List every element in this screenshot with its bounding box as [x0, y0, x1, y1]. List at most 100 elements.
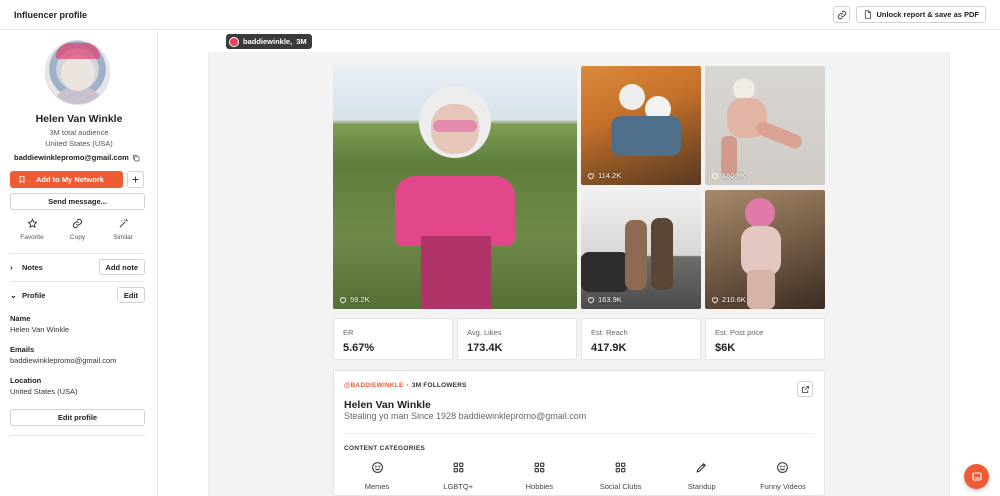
divider [344, 433, 814, 434]
grid-icon [615, 462, 626, 473]
notes-label: Notes [22, 262, 43, 272]
content-categories: Memes LGBTQ+ Hobbies Social Clubs Standu… [342, 461, 818, 491]
post-photo[interactable]: 163.9K [581, 190, 701, 309]
stat-value: $6K [715, 342, 736, 354]
add-note-button[interactable]: Add note [98, 259, 145, 275]
location-field-value: United States (USA) [10, 387, 78, 396]
add-to-network-button[interactable]: Add to My Network [10, 171, 123, 188]
edit-profile-button[interactable]: Edit profile [10, 409, 145, 426]
email-row: baddiewinklepromo@gmail.com [14, 153, 140, 162]
stat-label: ER [343, 328, 354, 337]
chat-button[interactable] [964, 464, 989, 489]
instagram-icon [229, 36, 239, 47]
stat-card-er: ER 5.67% [333, 318, 453, 360]
page-title: Influencer profile [14, 9, 88, 20]
link-icon [72, 218, 83, 229]
post-photo[interactable]: 210.6K [705, 190, 825, 309]
smile-icon [371, 462, 383, 473]
likes-count: 180.8K [722, 171, 746, 180]
follower-count: 3M FOLLOWERS [411, 382, 467, 389]
favorite-label: Favorite [20, 234, 44, 241]
profile-section-header[interactable]: ⌄ Profile Edit [10, 287, 145, 303]
card-bio: Stealing yo man Since 1928 baddiewinklep… [344, 411, 587, 421]
stat-value: 417.9K [591, 342, 627, 354]
category-label: Funny Videos [760, 482, 806, 491]
unlock-report-button[interactable]: Unlock report & save as PDF [856, 6, 986, 23]
stat-card-post-price: Est. Post price $6K [705, 318, 825, 360]
copy-action[interactable]: Copy [60, 218, 96, 241]
category-item: Social Clubs [586, 461, 656, 491]
grid-icon [534, 462, 545, 473]
category-item: LGBTQ+ [423, 461, 493, 491]
avatar [45, 40, 110, 105]
plus-icon [132, 176, 139, 183]
card-name: Helen Van Winkle [344, 399, 431, 411]
pen-icon [696, 462, 707, 473]
profile-label: Profile [22, 290, 46, 300]
instagram-handle-link[interactable]: @BADDIEWINKLE [344, 382, 404, 389]
category-label: LGBTQ+ [443, 482, 474, 491]
chevron-down-icon: ⌄ [10, 290, 17, 300]
photo-likes: 59.2K [339, 295, 370, 304]
post-photo[interactable]: 59.2K [333, 66, 577, 309]
category-item: Hobbies [504, 461, 574, 491]
add-to-list-button[interactable] [127, 171, 144, 188]
heart-icon [587, 172, 595, 179]
favorite-action[interactable]: Favorite [14, 218, 50, 241]
category-label: Social Clubs [599, 482, 642, 491]
stat-label: Avg. Likes [467, 328, 502, 337]
likes-count: 163.9K [598, 295, 622, 304]
heart-icon [339, 296, 347, 303]
category-label: Memes [364, 482, 390, 491]
account-chip[interactable]: baddiewinkle, 3M [226, 34, 312, 49]
header-actions: Unlock report & save as PDF [833, 6, 986, 23]
divider [10, 435, 145, 436]
influencer-name: Helen Van Winkle [35, 113, 123, 125]
stat-value: 5.67% [343, 342, 375, 354]
copy-label: Copy [69, 234, 86, 241]
send-message-button[interactable]: Send message... [10, 193, 145, 210]
post-photo[interactable]: 114.2K [581, 66, 701, 185]
separator: · [406, 382, 409, 389]
category-item: Funny Videos [748, 461, 818, 491]
category-label: Standup [687, 482, 716, 491]
quick-actions: Favorite Copy Similar [10, 218, 145, 241]
divider [10, 253, 145, 254]
total-audience: 3M total audience [49, 128, 109, 137]
sidebar: Helen Van Winkle 3M total audience Unite… [0, 31, 158, 496]
handle-line: @BADDIEWINKLE · 3M FOLLOWERS [344, 382, 467, 389]
email-text: baddiewinklepromo@gmail.com [14, 153, 129, 162]
grid-icon [453, 462, 464, 473]
stat-label: Est. Reach [591, 328, 628, 337]
divider [10, 281, 145, 282]
post-photo[interactable]: 180.8K [705, 66, 825, 185]
location-text: United States (USA) [45, 139, 113, 148]
photo-likes: 163.9K [587, 295, 622, 304]
send-message-label: Send message... [48, 197, 107, 206]
heart-icon [587, 296, 595, 303]
heart-icon [711, 172, 719, 179]
category-label: Hobbies [525, 482, 554, 491]
copy-icon[interactable] [132, 154, 140, 162]
account-followers: 3M [296, 37, 307, 46]
photo-likes: 210.6K [711, 295, 746, 304]
link-icon [837, 10, 847, 19]
external-link-icon [801, 385, 809, 393]
add-to-network-label: Add to My Network [36, 175, 104, 184]
likes-count: 210.6K [722, 295, 746, 304]
open-external-button[interactable] [797, 381, 813, 397]
unlock-report-label: Unlock report & save as PDF [876, 10, 979, 19]
top-bar: Influencer profile Unlock report & save … [0, 0, 1000, 30]
photo-likes: 114.2K [587, 171, 621, 180]
stat-card-avg-likes: Avg. Likes 173.4K [457, 318, 577, 360]
copy-link-button[interactable] [833, 6, 851, 23]
stat-value: 173.4K [467, 342, 503, 354]
notes-section-header[interactable]: › Notes Add note [10, 259, 145, 275]
emails-field-value: baddiewinklepromo@gmail.com [10, 356, 117, 365]
stat-card-est-reach: Est. Reach 417.9K [581, 318, 701, 360]
star-icon [26, 218, 38, 228]
edit-profile-section-button[interactable]: Edit [116, 287, 145, 303]
similar-action[interactable]: Similar [105, 218, 141, 241]
chat-icon [971, 471, 982, 481]
category-item: Standup [667, 461, 737, 491]
